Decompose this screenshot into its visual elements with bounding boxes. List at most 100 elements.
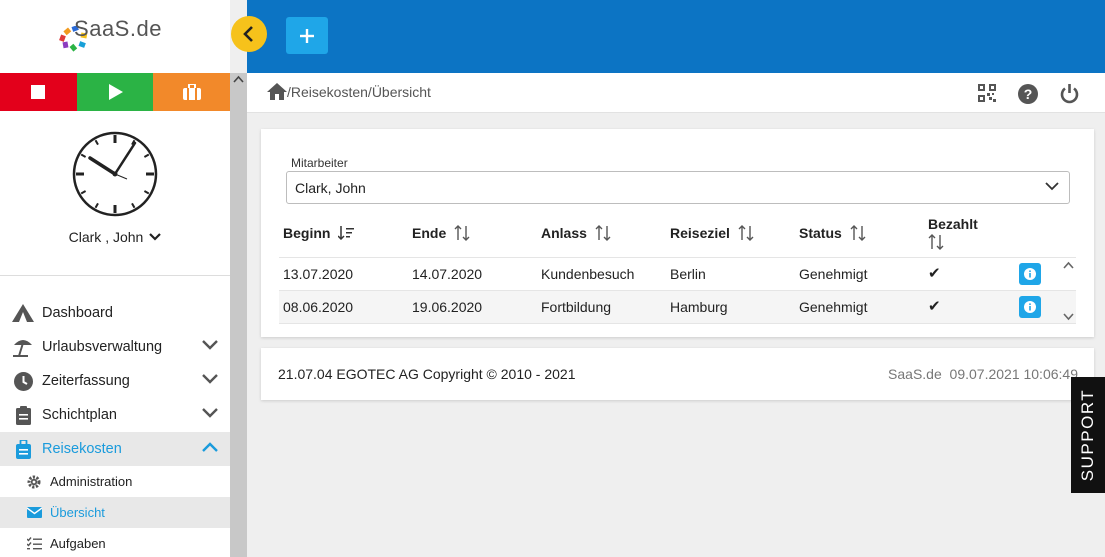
power-icon [1060, 84, 1079, 104]
chevron-left-icon [243, 26, 253, 42]
sidebar-subitem-aufgaben[interactable]: Aufgaben [0, 528, 230, 557]
home-icon[interactable] [267, 83, 287, 100]
cell-anlass: Kundenbesuch [541, 266, 635, 282]
user-name: Clark , John [68, 229, 144, 245]
employee-label: Mitarbeiter [291, 156, 348, 170]
breadcrumb-bar: /Reisekosten/Übersicht ? [247, 73, 1105, 113]
sort-icon [595, 225, 611, 241]
travel-expenses-card: Mitarbeiter Clark, John Beginn Ende Anla… [261, 129, 1094, 337]
sidebar-item-reisekosten[interactable]: Reisekosten [0, 432, 230, 466]
column-header-anlass[interactable]: Anlass [541, 225, 611, 241]
toolbar-icons: ? [978, 84, 1079, 104]
time-action-row [0, 73, 230, 111]
employee-select-value: Clark, John [295, 179, 366, 196]
play-icon [109, 84, 123, 100]
help-icon: ? [1018, 84, 1038, 104]
paid-check-icon: ✔ [928, 298, 941, 315]
breadcrumb: /Reisekosten/Übersicht [267, 83, 431, 100]
sort-descending-icon [338, 226, 355, 240]
plus-icon [300, 28, 314, 43]
clipboard-icon [12, 405, 34, 425]
breadcrumb-path[interactable]: /Reisekosten/Übersicht [287, 84, 431, 100]
chevron-down-icon [149, 233, 162, 241]
briefcase-icon [182, 84, 201, 100]
clock-panel: Clark , John [0, 111, 230, 276]
svg-text:?: ? [1024, 86, 1033, 102]
analog-clock-icon [72, 131, 158, 217]
sidebar-item-urlaubsverwaltung[interactable]: Urlaubsverwaltung [0, 330, 230, 364]
product-name: SaaS.de [888, 366, 942, 382]
chevron-down-icon [202, 374, 218, 384]
sidebar-scrollbar[interactable] [230, 73, 247, 557]
sidebar-subitem-uebersicht[interactable]: Übersicht [0, 497, 230, 528]
column-header-beginn[interactable]: Beginn [283, 225, 355, 241]
scroll-up-icon[interactable] [1061, 260, 1076, 270]
business-trip-button[interactable] [153, 73, 230, 111]
sort-icon [928, 234, 944, 250]
column-header-bezahlt[interactable]: Bezahlt [928, 216, 978, 250]
scroll-up-icon[interactable] [233, 75, 244, 83]
sidebar-item-schichtplan[interactable]: Schichtplan [0, 398, 230, 432]
chevron-down-icon [202, 340, 218, 350]
cell-ende: 14.07.2020 [412, 266, 483, 282]
top-bar [247, 0, 1105, 73]
sidebar-item-zeiterfassung[interactable]: Zeiterfassung [0, 364, 230, 398]
qr-code-button[interactable] [978, 84, 996, 104]
info-icon [1024, 301, 1036, 313]
sidebar-item-label: Urlaubsverwaltung [42, 339, 163, 355]
footer: 21.07.04 EGOTEC AG Copyright © 2010 - 20… [261, 348, 1094, 400]
sidebar-item-label: Zeiterfassung [42, 373, 130, 389]
sort-icon [454, 225, 470, 241]
table-row[interactable]: 13.07.2020 14.07.2020 Kundenbesuch Berli… [279, 258, 1076, 291]
paid-check-icon: ✔ [928, 265, 941, 282]
column-header-ende[interactable]: Ende [412, 225, 470, 241]
column-header-status[interactable]: Status [799, 225, 866, 241]
user-menu[interactable]: Clark , John [69, 229, 162, 245]
logo-text: SaaS.de [74, 15, 162, 41]
info-button[interactable] [1019, 296, 1041, 318]
stop-icon [31, 85, 46, 99]
help-button[interactable]: ? [1018, 84, 1038, 104]
copyright-text: 21.07.04 EGOTEC AG Copyright © 2010 - 20… [278, 366, 576, 382]
footer-info: SaaS.de 09.07.2021 10:06:49 [888, 366, 1078, 382]
cell-beginn: 08.06.2020 [283, 299, 354, 315]
chevron-down-icon [202, 408, 218, 418]
tent-icon [12, 303, 34, 323]
employee-select[interactable]: Clark, John [286, 171, 1070, 204]
clock-icon [12, 371, 34, 391]
qr-code-icon [978, 84, 996, 102]
sidebar-item-label: Schichtplan [42, 407, 117, 423]
cell-anlass: Fortbildung [541, 299, 612, 315]
add-button[interactable] [286, 17, 328, 54]
info-icon [1024, 268, 1036, 280]
collapse-sidebar-button[interactable] [231, 16, 267, 52]
sidebar-subitem-label: Aufgaben [50, 536, 106, 551]
cell-status: Genehmigt [799, 299, 868, 315]
task-list-icon [25, 537, 43, 550]
column-header-reiseziel[interactable]: Reiseziel [670, 225, 754, 241]
sidebar-subitem-label: Übersicht [50, 505, 105, 520]
sidebar: SaaS.de Clark , John Dashboard Urlaubsve… [0, 0, 230, 557]
start-button[interactable] [76, 73, 154, 111]
table-row[interactable]: 08.06.2020 19.06.2020 Fortbildung Hambur… [279, 291, 1076, 324]
suitcase-icon [12, 439, 34, 459]
sort-icon [850, 225, 866, 241]
cell-ende: 19.06.2020 [412, 299, 483, 315]
sidebar-item-label: Dashboard [42, 305, 113, 321]
logo[interactable]: SaaS.de [0, 0, 230, 73]
info-button[interactable] [1019, 263, 1041, 285]
cell-status: Genehmigt [799, 266, 868, 282]
support-tab[interactable]: SUPPORT [1071, 377, 1105, 493]
sidebar-item-dashboard[interactable]: Dashboard [0, 296, 230, 330]
sidebar-nav: Dashboard Urlaubsverwaltung Zeiterfassun… [0, 276, 230, 557]
logout-button[interactable] [1060, 84, 1079, 104]
server-timestamp: 09.07.2021 10:06:49 [949, 366, 1078, 382]
table-scrollbar[interactable] [1061, 258, 1076, 324]
chevron-up-icon [202, 442, 218, 452]
stop-button[interactable] [0, 73, 77, 111]
scroll-down-icon[interactable] [1061, 312, 1076, 322]
cell-beginn: 13.07.2020 [283, 266, 354, 282]
sidebar-subitem-administration[interactable]: Administration [0, 466, 230, 497]
sort-icon [738, 225, 754, 241]
envelope-icon [25, 507, 43, 518]
